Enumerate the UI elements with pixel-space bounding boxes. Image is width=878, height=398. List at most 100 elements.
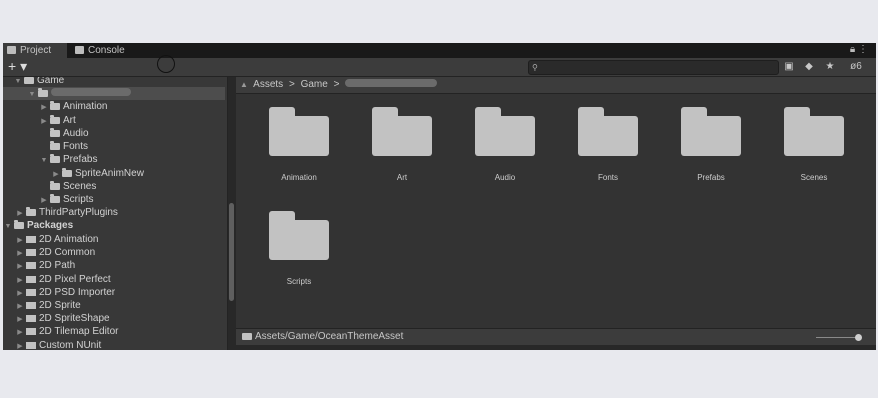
tree-item-package[interactable]: ▶ 2D Sprite [15, 299, 227, 312]
tree-item-label: 2D Sprite [39, 300, 81, 311]
folder-icon [7, 46, 16, 54]
tree-item-selected[interactable]: ▼ [3, 87, 225, 100]
more-vertical-icon[interactable]: ⋮ [858, 44, 868, 55]
folder-large-icon [372, 107, 432, 156]
asset-label: Scripts [286, 277, 312, 286]
expand-arrow-icon[interactable]: ▼ [3, 220, 13, 233]
folder-open-icon [50, 154, 60, 163]
breadcrumb-separator: > [333, 79, 340, 90]
tree-item-scripts[interactable]: ▶ Scripts [39, 193, 227, 206]
tree-item-label: Scenes [63, 181, 97, 192]
asset-label: Prefabs [697, 173, 725, 182]
tree-item-package[interactable]: ▶ 2D Animation [15, 233, 227, 246]
folder-icon [50, 194, 60, 203]
search-by-type-icon[interactable]: ▣ [781, 60, 797, 74]
tree-item-label: Game [37, 77, 65, 86]
package-icon [26, 276, 36, 283]
search-input[interactable]: ⚲ [528, 60, 779, 75]
tree-item-label: 2D Animation [39, 234, 99, 245]
asset-grid: Animation Art Audio Fonts Prefabs Scenes… [236, 94, 876, 328]
zoom-slider[interactable] [816, 334, 862, 341]
folder-large-icon [784, 107, 844, 156]
tree-item-label: Audio [63, 128, 89, 139]
tree-item-audio[interactable]: Audio [49, 127, 227, 140]
favorites-star-icon[interactable]: ★ [822, 60, 838, 74]
tab-bar: Project Console 🔒︎ ⋮ [3, 43, 876, 58]
window-controls: 🔒︎ ⋮ [850, 44, 868, 55]
expand-arrow-icon[interactable]: ▶ [39, 101, 49, 114]
tree-item-label: 2D Path [39, 260, 76, 271]
tab-project-label: Project [20, 45, 52, 56]
tree-item-label: 2D Tilemap Editor [39, 326, 119, 337]
expand-arrow-icon[interactable]: ▼ [27, 88, 37, 101]
package-icon [26, 315, 36, 322]
tree-item-label: ThirdPartyPlugins [39, 207, 118, 218]
asset-label: Scenes [800, 173, 828, 182]
tab-console[interactable]: Console [71, 43, 145, 58]
tree-item-label: 2D Common [39, 247, 96, 258]
tree-item-game[interactable]: ▼ Game [13, 77, 227, 87]
folder-icon [50, 101, 60, 110]
folder-icon [50, 115, 60, 124]
lock-icon[interactable]: 🔒︎ [850, 44, 855, 55]
folder-icon [62, 168, 72, 177]
tree-item-thirdpartyplugins[interactable]: ▶ ThirdPartyPlugins [15, 206, 227, 219]
asset-label: Fonts [597, 173, 618, 182]
selected-path: Assets/Game/OceanThemeAsset [255, 331, 404, 342]
tree-item-label: Prefabs [63, 154, 98, 165]
package-icon [26, 236, 36, 243]
tree-item-package[interactable]: ▶ 2D PSD Importer [15, 286, 227, 299]
folder-large-icon [578, 107, 638, 156]
breadcrumb: ▲ Assets > Game > [236, 77, 876, 94]
breadcrumb-game[interactable]: Game [301, 79, 328, 90]
folder-open-icon [14, 220, 24, 229]
tree-item-package[interactable]: ▶ 2D Path [15, 259, 227, 273]
asset-label: Audio [494, 173, 516, 182]
tree-item-packages[interactable]: ▼ Packages [3, 219, 225, 232]
zoom-slider-knob[interactable] [855, 334, 862, 341]
create-button[interactable]: + ▾ [8, 58, 27, 75]
hidden-packages-toggle[interactable]: ø6 [844, 60, 868, 74]
expand-arrow-icon[interactable]: ▶ [39, 115, 49, 128]
folder-open-icon [24, 77, 34, 84]
tree-item-package[interactable]: ▶ 2D Common [15, 246, 227, 259]
expand-arrow-icon[interactable]: ▶ [15, 326, 25, 339]
breadcrumb-blurred-folder[interactable] [345, 79, 438, 87]
tree-item-art[interactable]: ▶ Art [39, 114, 227, 128]
folder-large-icon [475, 107, 535, 156]
tree-item-scenes[interactable]: Scenes [49, 180, 227, 193]
tree-item-package[interactable]: ▶ 2D Tilemap Editor [15, 325, 227, 339]
folder-tree: ▼ Game ▼ ▶ Animation ▶ Art Audio Fonts ▼ Pre… [3, 77, 228, 350]
tree-item-fonts[interactable]: Fonts [49, 140, 227, 153]
tree-item-label: 2D Pixel Perfect [39, 274, 111, 285]
asset-label: Art [396, 173, 408, 182]
folder-large-icon [269, 211, 329, 260]
tree-item-label: 2D SpriteShape [39, 313, 110, 324]
tree-item-spriteanimnew[interactable]: ▶ SpriteAnimNew [51, 167, 227, 180]
breadcrumb-dropdown-icon[interactable]: ▲ [240, 80, 248, 89]
blurred-folder-name [51, 88, 131, 96]
expand-arrow-icon[interactable]: ▼ [39, 154, 49, 167]
tree-item-prefabs[interactable]: ▼ Prefabs [39, 153, 227, 167]
search-by-label-icon[interactable]: ◆ [801, 60, 817, 74]
tree-item-animation[interactable]: ▶ Animation [39, 100, 227, 114]
expand-arrow-icon[interactable]: ▶ [15, 340, 25, 350]
tree-scrollbar[interactable] [229, 203, 234, 301]
project-window: Project Console 🔒︎ ⋮ + ▾ ⚲ ▣ ◆ ★ ø6 ▼ Gam… [3, 43, 876, 350]
breadcrumb-assets[interactable]: Assets [253, 79, 283, 90]
package-icon [26, 262, 36, 269]
tree-item-label: Fonts [63, 141, 89, 152]
package-icon [26, 249, 36, 256]
tree-item-package[interactable]: ▶ Custom NUnit [15, 339, 227, 350]
tree-item-package[interactable]: ▶ 2D SpriteShape [15, 312, 227, 325]
search-icon: ⚲ [532, 63, 538, 72]
folder-icon [26, 207, 36, 216]
tab-console-label: Console [88, 45, 125, 56]
folder-large-icon [269, 107, 329, 156]
tab-project[interactable]: Project [3, 43, 67, 58]
tree-item-label: Art [63, 115, 76, 126]
tree-item-label: 2D PSD Importer [39, 287, 116, 298]
folder-icon [50, 181, 60, 190]
expand-arrow-icon[interactable]: ▶ [15, 260, 25, 273]
tree-item-package[interactable]: ▶ 2D Pixel Perfect [15, 273, 227, 286]
